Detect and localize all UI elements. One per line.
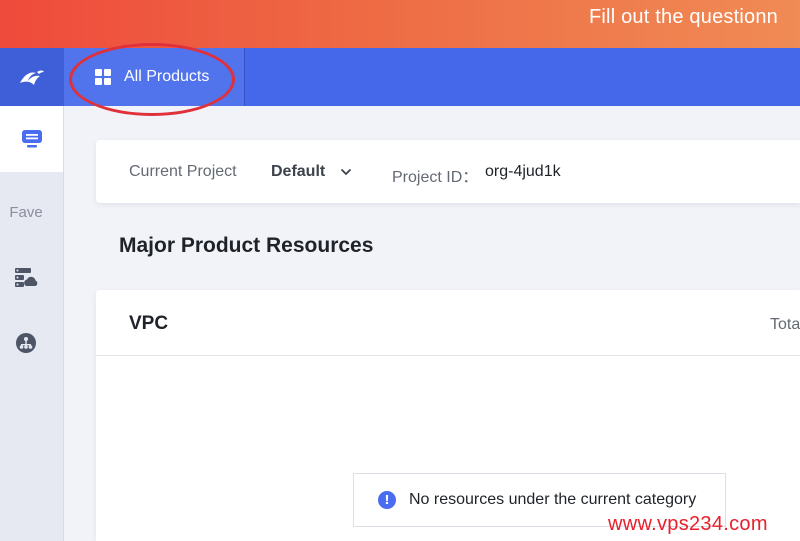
vpc-card-title: VPC	[129, 313, 169, 334]
grid-icon	[95, 69, 111, 85]
vpc-card-header: VPC Tota	[96, 290, 800, 356]
top-nav-bar: All Products	[0, 48, 800, 106]
chevron-down-icon[interactable]	[340, 167, 352, 177]
logo[interactable]	[0, 48, 64, 106]
vpc-total-label: Tota	[770, 316, 800, 333]
banner-text[interactable]: Fill out the questionn	[589, 6, 778, 29]
current-project-label: Current Project	[129, 163, 237, 180]
monitor-icon	[21, 130, 42, 148]
info-icon: !	[378, 491, 396, 509]
sidebar-item-fave[interactable]: Fave	[0, 204, 52, 221]
watermark: www.vps234.com	[608, 513, 768, 535]
project-id-value: org-4jud1k	[485, 163, 561, 180]
all-products-button[interactable]: All Products	[64, 48, 245, 106]
sidebar-item-servers[interactable]	[14, 266, 38, 290]
server-cloud-icon	[15, 268, 38, 287]
project-id-label: Project ID：	[392, 169, 479, 186]
page-section-title: Major Product Resources	[119, 234, 374, 257]
promo-banner[interactable]: Fill out the questionn	[0, 0, 800, 48]
empty-state-message: No resources under the current category	[409, 491, 697, 508]
project-bar: Current Project Default Project ID： org-…	[96, 140, 800, 203]
sidebar-item-overview[interactable]	[0, 106, 63, 172]
all-products-label: All Products	[124, 68, 210, 85]
left-sidebar: Fave	[0, 106, 64, 541]
project-select[interactable]: Default	[271, 163, 325, 181]
sidebar-item-network[interactable]	[14, 331, 38, 355]
network-topology-icon	[16, 333, 36, 353]
bird-logo-icon	[20, 70, 44, 85]
